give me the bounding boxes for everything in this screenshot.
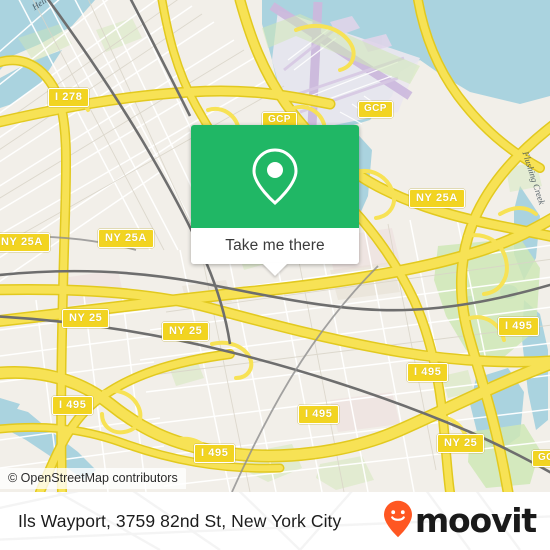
moovit-smile-pin-icon <box>383 500 413 543</box>
card-footer[interactable]: Take me there <box>191 228 359 276</box>
road-shield[interactable]: NY 25 <box>437 434 485 453</box>
road-shield[interactable]: I 495 <box>194 444 236 463</box>
road-shield[interactable]: I 495 <box>407 363 449 382</box>
road-shield[interactable]: NY 25 <box>162 322 210 341</box>
road-shield[interactable]: GCP <box>532 450 550 467</box>
card-pointer-tail <box>262 263 288 276</box>
road-shield[interactable]: NY 25A <box>98 229 154 248</box>
road-shield[interactable]: I 495 <box>52 396 94 415</box>
road-shield[interactable]: I 278 <box>48 88 90 107</box>
map-canvas[interactable]: I 278 GCP GCP NY 25A NY 25A NY 25A NY 25… <box>0 0 550 492</box>
map-attribution[interactable]: © OpenStreetMap contributors <box>0 468 186 489</box>
address-label: Ils Wayport, 3759 82nd St, New York City <box>18 510 342 531</box>
road-shield[interactable]: NY 25 <box>62 309 110 328</box>
road-shield[interactable]: I 495 <box>298 405 340 424</box>
footer-bar: Ils Wayport, 3759 82nd St, New York City… <box>0 492 550 550</box>
card-header <box>191 125 359 228</box>
road-shield[interactable]: NY 25A <box>0 233 50 252</box>
road-shield[interactable]: NY 25A <box>409 189 465 208</box>
location-pin-icon <box>249 146 301 208</box>
take-me-there-button[interactable]: Take me there <box>225 237 325 255</box>
moovit-wordmark: moovit <box>414 501 537 540</box>
road-shield[interactable]: I 495 <box>498 317 540 336</box>
location-info-card[interactable]: Take me there <box>191 125 359 276</box>
road-shield[interactable]: GCP <box>358 101 393 118</box>
moovit-logo[interactable]: moovit <box>383 500 537 543</box>
map-screenshot: I 278 GCP GCP NY 25A NY 25A NY 25A NY 25… <box>0 0 550 550</box>
